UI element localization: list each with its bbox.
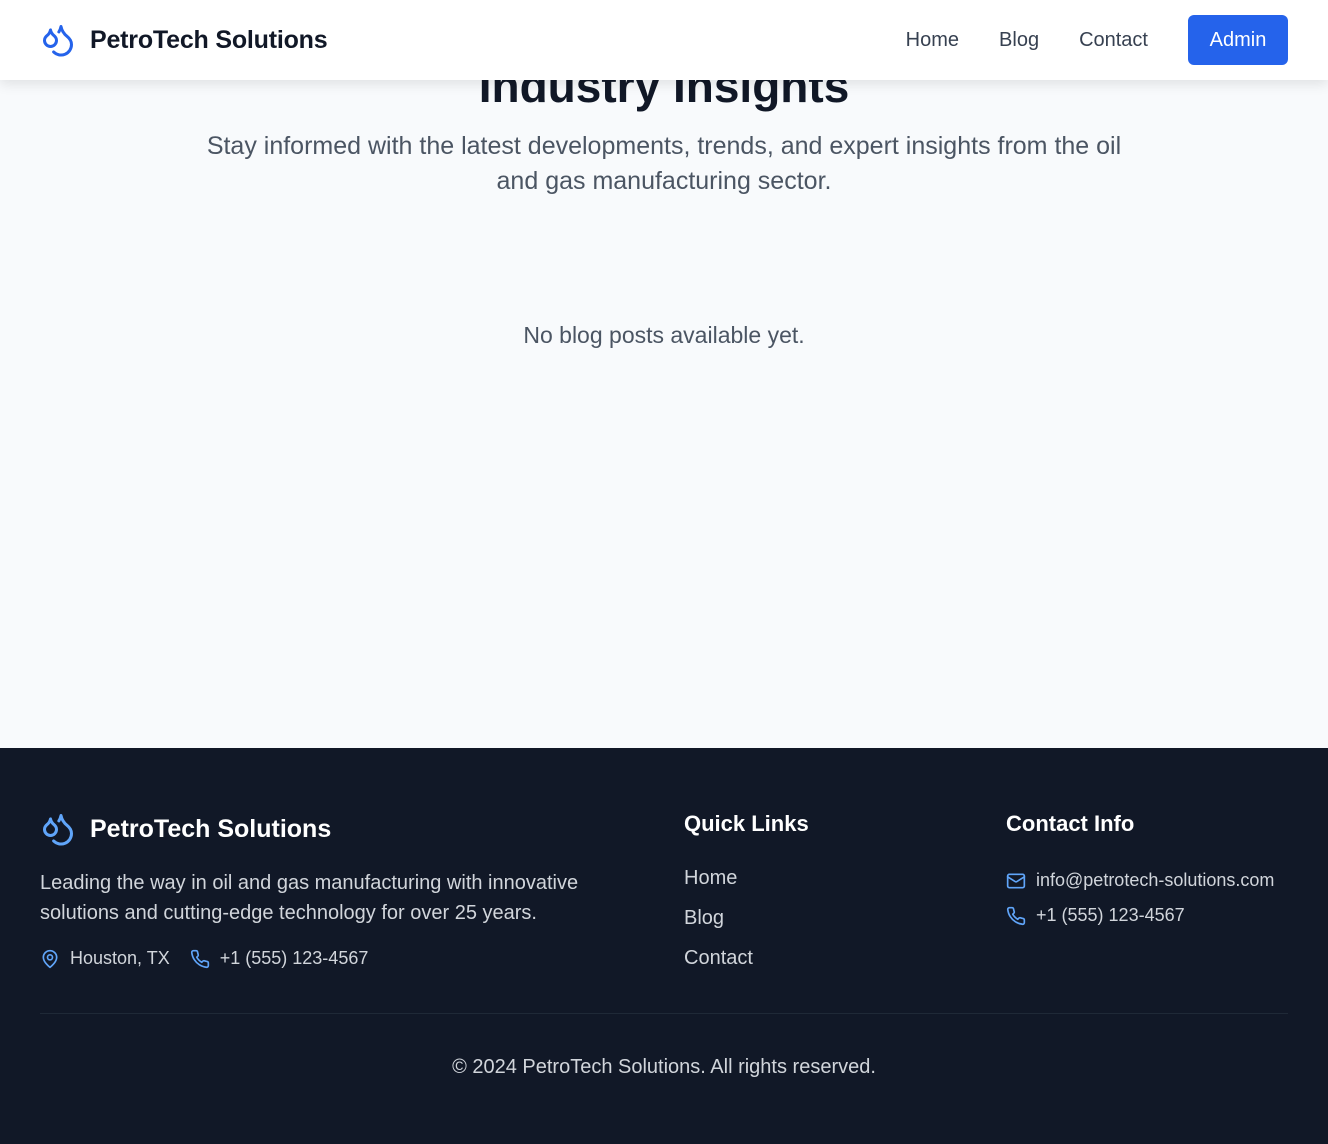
droplets-icon <box>43 814 74 846</box>
footer-link-contact[interactable]: Contact <box>684 944 753 984</box>
nav-link-contact[interactable]: Contact <box>1079 29 1148 52</box>
nav-link-home[interactable]: Home <box>906 29 959 52</box>
main-nav: Home Blog Contact Admin <box>866 15 1288 65</box>
footer-meta: Houston, TX +1 (555) 123-4567 <box>40 948 388 969</box>
footer-link-blog[interactable]: Blog <box>684 904 753 944</box>
footer-phone: +1 (555) 123-4567 <box>190 948 369 969</box>
navbar: PetroTech Solutions Home Blog Contact Ad… <box>0 0 1328 80</box>
footer-link-home[interactable]: Home <box>684 864 753 904</box>
page-subtitle: Stay informed with the latest developmen… <box>206 132 1122 195</box>
footer-divider <box>40 1013 1288 1014</box>
map-pin-icon <box>42 949 58 968</box>
contact-info-title: Contact Info <box>1006 811 1135 836</box>
admin-button[interactable]: Admin <box>1188 15 1288 65</box>
contact-email-text[interactable]: info@petrotech-solutions.com <box>1036 870 1274 891</box>
nav-link-blog[interactable]: Blog <box>999 29 1039 52</box>
mail-icon <box>1006 873 1026 888</box>
footer-description: Leading the way in oil and gas manufactu… <box>40 872 579 924</box>
footer-phone-text: +1 (555) 123-4567 <box>219 948 369 968</box>
brand-name: PetroTech Solutions <box>90 25 328 54</box>
contact-info-list: info@petrotech-solutions.com +1 (555) 12… <box>1006 863 1274 933</box>
footer-location-text: Houston, TX <box>70 948 170 968</box>
contact-phone: +1 (555) 123-4567 <box>1006 898 1274 933</box>
site-footer: PetroTech Solutions Leading the way in o… <box>0 748 1328 1144</box>
phone-icon <box>190 949 209 968</box>
quick-links-title: Quick Links <box>684 811 809 836</box>
contact-phone-text: +1 (555) 123-4567 <box>1036 905 1185 925</box>
copyright-text: © 2024 PetroTech Solutions. All rights r… <box>452 1056 876 1078</box>
brand-logo-link[interactable]: PetroTech Solutions <box>40 21 328 59</box>
footer-location: Houston, TX <box>40 948 170 969</box>
contact-email: info@petrotech-solutions.com <box>1006 863 1274 898</box>
footer-brand: PetroTech Solutions <box>40 810 331 848</box>
empty-state-message: No blog posts available yet. <box>523 322 805 348</box>
droplets-icon <box>43 25 74 57</box>
phone-icon <box>1006 906 1026 925</box>
footer-brand-name: PetroTech Solutions <box>90 814 332 843</box>
quick-links-list: Home Blog Contact <box>684 864 753 984</box>
